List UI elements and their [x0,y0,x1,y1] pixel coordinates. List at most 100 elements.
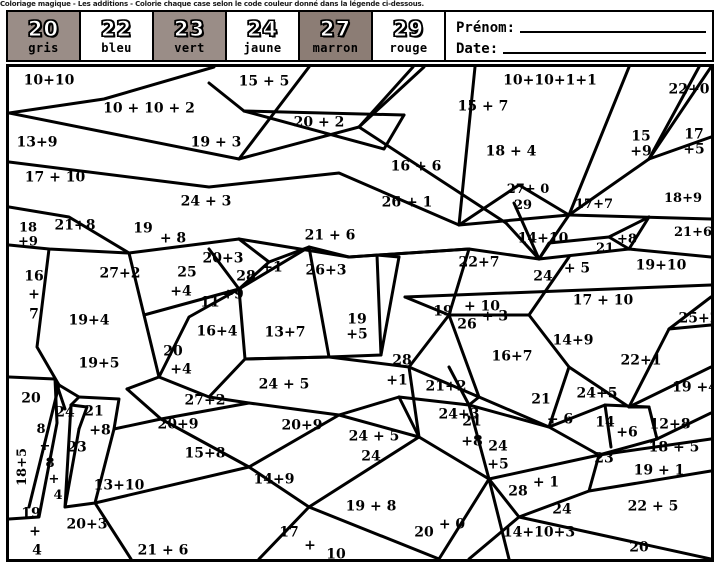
puzzle-cell-value[interactable]: 16 + 6 [391,159,442,175]
puzzle-cell-value[interactable]: 19+5 [79,356,120,372]
puzzle-cell-value[interactable]: 28 [236,269,255,285]
puzzle-grid[interactable]: 10+10 10 + 10 + 2 15 + 5 20 + 2 10+10+1+1 22+… [6,64,714,562]
puzzle-cell-value[interactable]: 17 + 10 [573,293,633,309]
puzzle-cell-value[interactable]: 14+9 [553,333,594,349]
puzzle-cell-value[interactable]: 15 + 7 [458,99,509,115]
puzzle-cell-value[interactable]: 29 [514,199,532,213]
puzzle-cell-value[interactable]: 24 [55,405,74,421]
puzzle-cell-value[interactable]: 19 + 3 [191,135,242,151]
puzzle-cell-value[interactable]: 23 [594,451,613,467]
puzzle-cell-value[interactable]: +1 [261,260,282,276]
puzzle-cell-value[interactable]: 14+10 [518,231,569,247]
puzzle-cell-value[interactable]: 24 [488,439,507,455]
puzzle-cell-value[interactable]: 19 + 1 [634,463,685,479]
puzzle-cell-value[interactable]: 24 [533,269,552,285]
puzzle-cell-value[interactable]: 26 [457,317,476,333]
puzzle-cell-value[interactable]: 21 + 6 [305,228,356,244]
puzzle-cell-value[interactable]: 19 [433,304,452,320]
puzzle-cell-value[interactable]: 19 + 8 [346,499,397,515]
puzzle-cell-value[interactable]: 20+3 [203,251,244,267]
puzzle-cell-value[interactable]: 21+2 [426,379,467,395]
puzzle-cell-value[interactable]: 13+10 [94,478,145,494]
puzzle-cell-value[interactable]: 18 +9 [18,221,38,248]
puzzle-cell-value[interactable]: + [28,287,40,303]
prenom-field-row[interactable]: Prénom: [456,15,706,36]
date-input-line[interactable] [503,51,706,54]
puzzle-cell-value[interactable]: + [304,538,316,554]
puzzle-cell-value[interactable]: 17 [279,525,298,541]
puzzle-cell-value[interactable]: 25 [177,265,196,281]
puzzle-cell-value[interactable]: + 1 [533,475,559,491]
puzzle-cell-value[interactable]: 11 [200,295,219,311]
puzzle-cell-value[interactable]: 26 + 1 [382,195,433,211]
puzzle-cell-value[interactable]: 13+9 [17,135,58,151]
puzzle-cell-value[interactable]: 28 [508,484,527,500]
puzzle-cell-value[interactable]: 19 [133,221,152,237]
puzzle-cell-value[interactable]: +4 [170,284,191,300]
puzzle-cell-value[interactable]: 20+9 [158,417,199,433]
puzzle-cell-value[interactable]: +1 [386,373,407,389]
puzzle-cell-value[interactable]: 16+4 [197,324,238,340]
puzzle-cell-value[interactable]: 15 + 5 [239,74,290,90]
puzzle-cell-value[interactable]: 14 [595,415,614,431]
puzzle-cell-value[interactable]: + 0 [439,517,465,533]
puzzle-cell-value[interactable]: 17+7 [575,198,613,212]
puzzle-cell-value[interactable]: +8 [89,423,110,439]
puzzle-cell-value[interactable]: 18 + 4 [486,144,537,160]
puzzle-cell-value[interactable]: 13+7 [265,325,306,341]
puzzle-cell-value[interactable]: +8 [617,233,637,247]
puzzle-cell-value[interactable]: 21 + 6 [138,543,189,559]
puzzle-cell-value[interactable]: 19+10 [636,258,687,274]
puzzle-cell-value[interactable]: + 3 [482,309,508,325]
puzzle-cell-value[interactable]: + 6 [547,412,573,428]
puzzle-cell-value[interactable]: 27+2 [100,266,141,282]
puzzle-cell-value[interactable]: 27+ 0 [507,183,550,197]
puzzle-cell-value[interactable]: 24 + 5 [259,377,310,393]
puzzle-cell-value[interactable]: 19 +5 [346,312,367,342]
puzzle-cell-value[interactable]: 18+5 [15,448,30,486]
puzzle-cell-value[interactable]: 19 +4 [672,380,711,396]
puzzle-cell-value[interactable]: 12+8 [650,417,691,433]
puzzle-cell-value[interactable]: 17 +5 [683,127,704,157]
puzzle-cell-value[interactable]: 14+9 [254,472,295,488]
puzzle-cell-value[interactable]: +9 [222,287,243,303]
puzzle-cell-value[interactable]: + [40,440,51,454]
puzzle-cell-value[interactable]: 20+3 [67,517,108,533]
puzzle-cell-value[interactable]: 21+6 [674,226,711,240]
puzzle-cell-value[interactable]: 27+2 [185,393,226,409]
puzzle-cell-value[interactable]: 16 [24,269,43,285]
puzzle-cell-value[interactable]: 22+1 [621,353,662,369]
puzzle-cell-value[interactable]: 23 [67,440,86,456]
puzzle-cell-value[interactable]: 16+7 [492,349,533,365]
puzzle-cell-value[interactable]: 4 [32,543,42,559]
puzzle-cell-value[interactable]: 24 + 5 [349,429,400,445]
puzzle-cell-value[interactable]: 18+9 [664,192,702,206]
puzzle-cell-value[interactable]: +4 [170,362,191,378]
puzzle-cell-value[interactable]: 8 [36,423,45,437]
puzzle-cell-value[interactable]: 22+0 [669,82,710,98]
puzzle-cell-value[interactable]: 20 [629,540,648,556]
puzzle-cell-value[interactable]: 15 +9 [630,129,651,159]
puzzle-cell-value[interactable]: 28 [392,353,411,369]
puzzle-cell-value[interactable]: + [29,524,41,540]
puzzle-cell-value[interactable]: 14+10+3 [503,525,575,541]
prenom-input-line[interactable] [520,30,706,33]
puzzle-cell-value[interactable]: + [49,473,60,487]
puzzle-cell-value[interactable]: +8 [461,434,482,450]
puzzle-cell-value[interactable]: 20 [163,344,182,360]
puzzle-cell-value[interactable]: 21 [462,414,481,430]
puzzle-cell-value[interactable]: 10+10 [24,73,75,89]
puzzle-cell-value[interactable]: +5 [487,457,508,473]
puzzle-cell-value[interactable]: 21 [84,404,103,420]
puzzle-cell-value[interactable]: 21 [596,242,614,256]
puzzle-cell-value[interactable]: + 8 [160,231,186,247]
puzzle-cell-value[interactable]: 24 + 3 [181,194,232,210]
puzzle-cell-value[interactable]: +6 [616,425,637,441]
puzzle-cell-value[interactable]: 24 [361,449,380,465]
puzzle-cell-value[interactable]: 21+8 [55,218,96,234]
puzzle-cell-value[interactable]: 20 [414,525,433,541]
puzzle-cell-value[interactable]: 19+4 [69,313,110,329]
puzzle-cell-value[interactable]: 4 [53,489,62,503]
puzzle-cell-value[interactable]: 20 [21,391,40,407]
puzzle-cell-value[interactable]: 25+2 [679,311,711,327]
